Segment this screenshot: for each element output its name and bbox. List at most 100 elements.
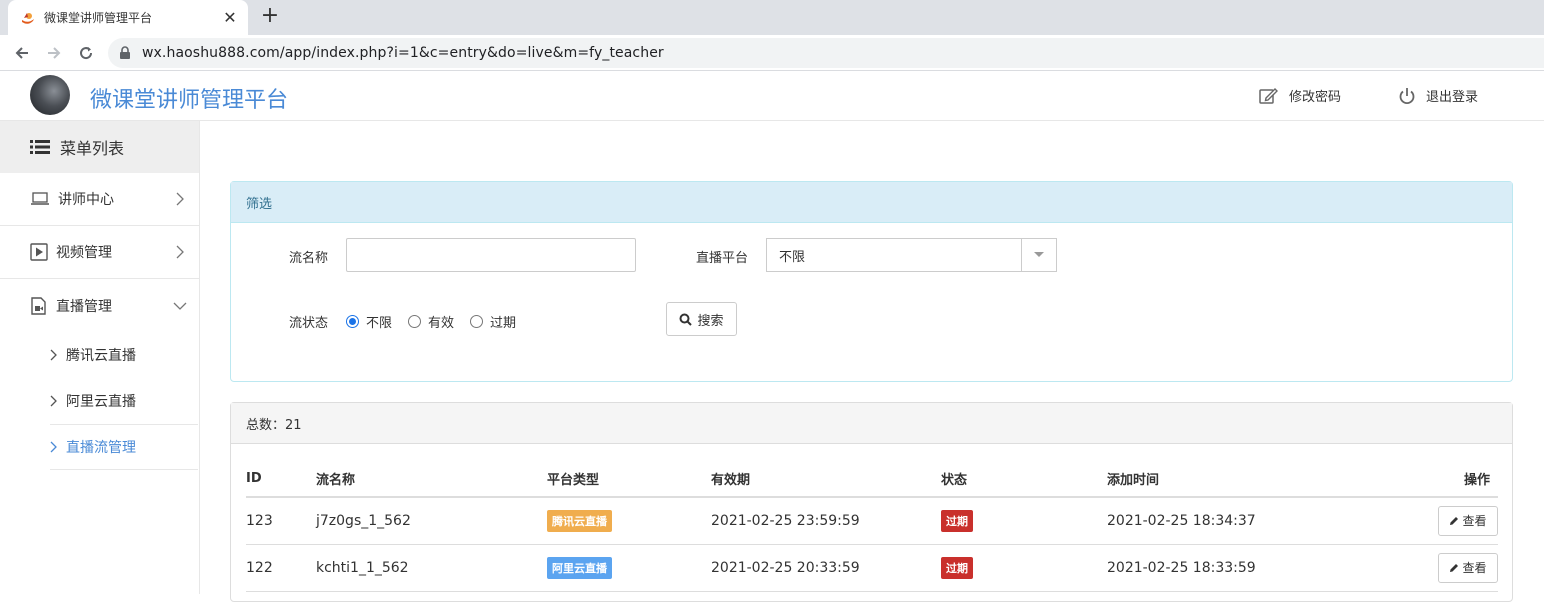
filter-panel-title: 筛选 — [231, 182, 1512, 223]
avatar — [30, 75, 70, 115]
view-button-label: 查看 — [1462, 514, 1487, 529]
sidebar-subitem-stream-management[interactable]: 直播流管理 — [50, 424, 198, 470]
status-radio-valid[interactable]: 有效 — [408, 312, 454, 331]
sidebar-item-label: 讲师中心 — [58, 192, 114, 208]
column-header: 流名称 — [316, 461, 547, 498]
new-tab-button[interactable]: + — [258, 5, 282, 29]
radio-label: 有效 — [428, 316, 455, 331]
stream-list-panel: 总数：21 ID 流名称 平台类型 有效期 状态 添加时间 操作 123 j7z… — [230, 402, 1513, 602]
stream-table: ID 流名称 平台类型 有效期 状态 添加时间 操作 123 j7z0gs_1_… — [246, 461, 1498, 592]
radio-label: 过期 — [490, 316, 517, 331]
play-square-icon — [30, 243, 48, 261]
table-row: 123 j7z0gs_1_562 腾讯云直播 2021-02-25 23:59:… — [246, 497, 1498, 545]
cell-action: 查看 — [1407, 544, 1498, 592]
search-button-label: 搜索 — [697, 313, 724, 329]
reload-icon[interactable] — [74, 41, 98, 65]
sidebar-item-live-management[interactable]: 直播管理 — [0, 279, 199, 332]
radio-label: 不限 — [366, 316, 393, 331]
sidebar-item-teacher-center[interactable]: 讲师中心 — [0, 173, 199, 226]
sidebar-subitem-label: 阿里云直播 — [66, 394, 136, 410]
filter-panel: 筛选 流名称 直播平台 不限 流状态 不限 有效 过期 搜索 — [230, 181, 1513, 382]
view-button[interactable]: 查看 — [1438, 505, 1498, 536]
status-radio-all[interactable]: 不限 — [346, 312, 392, 331]
sidebar-subitem-tencent-live[interactable]: 腾讯云直播 — [0, 332, 199, 378]
sidebar-item-label: 直播管理 — [56, 298, 112, 315]
column-header: ID — [246, 461, 316, 498]
sidebar-item-video-management[interactable]: 视频管理 — [0, 226, 199, 279]
lock-icon — [120, 46, 130, 59]
chevron-right-icon — [50, 441, 58, 453]
column-header: 状态 — [941, 461, 1107, 498]
platform-badge: 腾讯云直播 — [547, 509, 612, 532]
chevron-right-icon — [176, 245, 184, 259]
column-header: 有效期 — [711, 461, 941, 498]
stream-name-input[interactable] — [346, 238, 636, 272]
pencil-icon — [1450, 516, 1459, 525]
chevron-right-icon — [50, 395, 58, 407]
cell-added-time: 2021-02-25 18:33:59 — [1107, 544, 1407, 592]
sidebar-subitem-label: 直播流管理 — [66, 440, 136, 456]
tab-title: 微课堂讲师管理平台 — [44, 11, 153, 25]
status-radio-expired[interactable]: 过期 — [470, 312, 516, 331]
platform-select[interactable]: 不限 — [766, 238, 1057, 272]
platform-selected-value: 不限 — [779, 249, 806, 265]
cell-action: 查看 — [1407, 497, 1498, 545]
live-camera-icon — [30, 296, 48, 315]
status-badge: 过期 — [941, 556, 973, 579]
back-arrow-icon[interactable] — [10, 41, 34, 65]
total-count: 总数：21 — [231, 403, 1512, 444]
cell-platform: 阿里云直播 — [547, 544, 711, 592]
status-badge: 过期 — [941, 509, 973, 532]
power-icon — [1399, 87, 1415, 104]
cell-expire: 2021-02-25 20:33:59 — [711, 544, 941, 592]
column-header: 操作 — [1407, 461, 1498, 498]
sidebar-subitem-label: 腾讯云直播 — [66, 348, 136, 364]
change-password-link[interactable]: 修改密码 — [1259, 86, 1341, 105]
address-bar[interactable]: wx.haoshu888.com/app/index.php?i=1&c=ent… — [108, 38, 1544, 68]
table-row: 122 kchti1_1_562 阿里云直播 2021-02-25 20:33:… — [246, 544, 1498, 592]
table-header-row: ID 流名称 平台类型 有效期 状态 添加时间 操作 — [246, 461, 1498, 498]
radio-button[interactable] — [470, 315, 483, 328]
forward-arrow-icon[interactable] — [42, 41, 66, 65]
status-label: 流状态 — [289, 316, 329, 331]
column-header: 平台类型 — [547, 461, 711, 498]
column-header: 添加时间 — [1107, 461, 1407, 498]
search-icon — [679, 313, 693, 326]
cell-expire: 2021-02-25 23:59:59 — [711, 497, 941, 545]
view-button[interactable]: 查看 — [1438, 552, 1498, 583]
site-favicon-icon — [22, 12, 34, 24]
search-button[interactable]: 搜索 — [666, 302, 737, 336]
sidebar-title: 菜单列表 — [60, 139, 125, 158]
chevron-right-icon — [50, 349, 58, 361]
browser-toolbar: wx.haoshu888.com/app/index.php?i=1&c=ent… — [0, 35, 1544, 71]
brand-title: 微课堂讲师管理平台 — [90, 88, 289, 113]
cell-stream-name: kchti1_1_562 — [316, 544, 547, 592]
app-header: 微课堂讲师管理平台 修改密码 退出登录 — [0, 71, 1544, 121]
logout-label: 退出登录 — [1426, 90, 1479, 105]
cell-id: 123 — [246, 497, 316, 545]
platform-label: 直播平台 — [696, 251, 749, 266]
close-tab-icon[interactable]: ✕ — [222, 8, 238, 27]
change-password-label: 修改密码 — [1289, 90, 1342, 105]
radio-button[interactable] — [408, 315, 421, 328]
cell-added-time: 2021-02-25 18:34:37 — [1107, 497, 1407, 545]
cell-platform: 腾讯云直播 — [547, 497, 711, 545]
logout-link[interactable]: 退出登录 — [1398, 86, 1478, 105]
cell-stream-name: j7z0gs_1_562 — [316, 497, 547, 545]
view-button-label: 查看 — [1462, 561, 1487, 575]
sidebar: 菜单列表 讲师中心 视频管理 直播管理 腾讯云直播 阿里云直播 直播流管理 — [0, 121, 200, 594]
caret-down-icon — [1021, 239, 1056, 271]
edit-icon — [1259, 87, 1278, 104]
list-icon — [30, 140, 50, 154]
chevron-down-icon — [173, 302, 187, 310]
pencil-icon — [1450, 563, 1459, 572]
laptop-icon — [30, 192, 50, 206]
stream-name-label: 流名称 — [289, 251, 329, 266]
sidebar-subitem-aliyun-live[interactable]: 阿里云直播 — [0, 378, 199, 424]
sidebar-header: 菜单列表 — [0, 121, 199, 173]
radio-button[interactable] — [346, 315, 359, 328]
browser-tab[interactable]: 微课堂讲师管理平台 ✕ — [8, 0, 248, 35]
url-text: wx.haoshu888.com/app/index.php?i=1&c=ent… — [142, 45, 664, 61]
cell-id: 122 — [246, 544, 316, 592]
cell-status: 过期 — [941, 544, 1107, 592]
